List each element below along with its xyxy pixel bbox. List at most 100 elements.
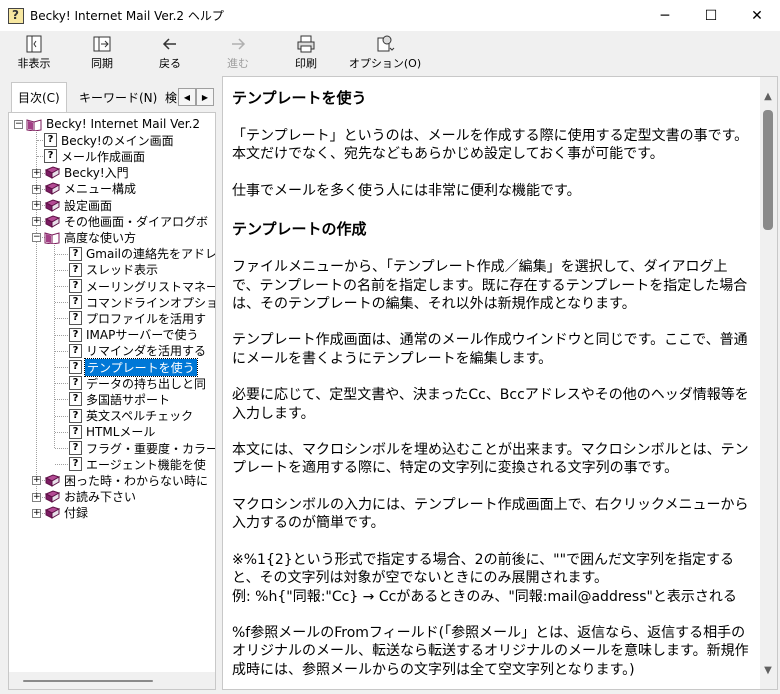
back-arrow-icon — [160, 34, 180, 54]
tree-guide-line — [55, 415, 68, 417]
print-button[interactable]: 印刷 — [272, 31, 340, 73]
tree-item[interactable]: Becky!入門 — [44, 165, 130, 181]
forward-button[interactable]: 進む — [204, 31, 272, 73]
scroll-up-arrow-icon[interactable]: ▲ — [762, 91, 774, 105]
book-icon — [44, 215, 63, 228]
book-icon — [44, 506, 63, 520]
tab-keyword[interactable]: キーワード(N) — [73, 85, 163, 109]
tree-item[interactable]: 困った時・わからない時に — [44, 472, 209, 488]
tab-scroll-left-button[interactable]: ◀ — [178, 88, 196, 106]
help-content: テンプレートを使う 「テンプレート」というのは、メールを作成する際に使用する定型… — [232, 87, 754, 689]
tree-item-label: Gmailの連絡先をアドレ — [86, 247, 215, 262]
contents-tree-frame: − Becky! Internet Mail Ver.2? Becky!のメイン画面… — [8, 112, 216, 690]
tree-item[interactable]: Becky! Internet Mail Ver.2 — [26, 116, 201, 132]
help-topic-icon: ? — [69, 376, 82, 391]
paragraph-note: ※%1{2}という形式で指定する場合、2の前後に、""で囲んだ文字列を指定すると… — [232, 551, 735, 587]
tree-item[interactable]: ? リマインダを活用する — [69, 343, 207, 359]
section-heading-create: テンプレートの作成 — [232, 220, 367, 239]
tree-item[interactable]: ? Gmailの連絡先をアドレ — [69, 246, 215, 262]
tree-item[interactable]: 高度な使い方 — [44, 229, 137, 245]
tree-guide-line — [55, 431, 68, 433]
help-topic-icon: ? — [69, 424, 82, 439]
tree-item[interactable]: 設定画面 — [44, 197, 113, 213]
tree-horizontal-scrollbar[interactable] — [9, 672, 215, 689]
help-topic-icon: ? — [69, 311, 82, 326]
back-button[interactable]: 戻る — [136, 31, 204, 73]
help-topic-icon: ? — [69, 343, 82, 358]
tree-item[interactable]: お読み下さい — [44, 489, 137, 505]
tree-item[interactable]: ? メーリングリストマネー — [69, 278, 215, 294]
tree-item[interactable]: ? テンプレートを使う — [69, 357, 198, 377]
tree-guide-line — [55, 286, 68, 287]
tree-item[interactable]: ? HTMLメール — [69, 424, 156, 440]
paragraph-macro-input: マクロシンボルの入力には、テンプレート作成画面上で、右クリックメニューから入力す… — [232, 496, 749, 532]
tree-guide-line — [55, 253, 68, 255]
open-book-icon — [26, 118, 45, 131]
tree-item[interactable]: ? 英文スペルチェック — [69, 408, 194, 424]
tree-item-label: メニュー構成 — [64, 182, 137, 197]
tree-expander-icon[interactable]: + — [32, 201, 41, 210]
tree-expander-icon[interactable]: + — [32, 217, 41, 227]
tree-item[interactable]: ? スレッド表示 — [69, 262, 159, 278]
tree-guide-line — [54, 242, 55, 448]
hide-button[interactable]: 非表示 — [0, 31, 68, 73]
tree-item[interactable]: ? 多国語サポート — [69, 391, 171, 407]
tree-item-label: Becky! Internet Mail Ver.2 — [46, 117, 201, 131]
book-icon — [44, 182, 63, 196]
tree-expander-icon[interactable]: − — [32, 233, 41, 243]
sync-label: 同期 — [91, 57, 113, 70]
help-topic-icon: ? — [69, 441, 82, 455]
tree-item[interactable]: ? プロファイルを活用す — [69, 310, 207, 326]
tree-expander-icon[interactable]: + — [32, 184, 41, 194]
tab-contents[interactable]: 目次(C) — [11, 82, 67, 112]
help-app-icon: ? — [8, 7, 24, 24]
tree-expander-icon[interactable]: + — [32, 168, 41, 178]
tree-item[interactable]: その他画面・ダイアログボ — [44, 213, 209, 229]
book-icon — [44, 490, 63, 503]
book-icon — [44, 166, 63, 179]
tree-scroll-thumb[interactable] — [23, 680, 153, 682]
tab-scroll-right-button[interactable]: ▶ — [196, 88, 214, 106]
help-topic-icon: ? — [69, 408, 82, 423]
title-bar: ? Becky! Internet Mail Ver.2 ヘルプ ─ ☐ ✕ — [0, 0, 780, 31]
help-topic-icon: ? — [69, 295, 82, 310]
options-label: オプション(O) — [348, 57, 422, 70]
sync-button[interactable]: 同期 — [68, 31, 136, 73]
window-controls: ─ ☐ ✕ — [642, 0, 780, 31]
tree-item[interactable]: ? フラグ・重要度・カラー — [69, 440, 215, 456]
tree-item[interactable]: メニュー構成 — [44, 181, 137, 197]
tree-expander-icon[interactable]: + — [32, 476, 41, 486]
contents-tree: − Becky! Internet Mail Ver.2? Becky!のメイン画面… — [9, 113, 215, 673]
content-vertical-scrollbar[interactable]: ▲ ▼ — [760, 77, 777, 689]
sync-icon — [92, 34, 112, 54]
tree-expander-icon[interactable]: + — [32, 492, 41, 502]
tree-item[interactable]: ? IMAPサーバーで使う — [69, 327, 200, 343]
paragraph-from-field: %f参照メールのFromフィールド(「参照メール」とは、返信なら、返信する相手の… — [232, 624, 749, 678]
tree-item[interactable]: ? データの持ち出しと同 — [69, 375, 207, 391]
tree-item[interactable]: ? Becky!のメイン画面 — [44, 132, 175, 148]
tree-item[interactable]: 付録 — [44, 505, 89, 521]
tree-item-label: 付録 — [64, 506, 89, 521]
tree-expander-icon[interactable]: − — [14, 120, 23, 129]
navigation-pane: 目次(C) キーワード(N) 検 ◀ ▶ − Becky! Internet Ma… — [3, 76, 218, 690]
tree-item-label: Becky!のメイン画面 — [61, 133, 174, 148]
tree-expander-icon[interactable]: + — [32, 508, 41, 518]
paragraph-editor: テンプレート作成画面は、通常のメール作成ウインドウと同じです。ここで、普通にメー… — [232, 332, 748, 367]
tree-item[interactable]: ? エージェント機能を使 — [69, 456, 207, 472]
navigation-tabs: 目次(C) キーワード(N) 検 ◀ ▶ — [3, 76, 218, 114]
tree-item-label: HTMLメール — [86, 425, 156, 440]
options-button[interactable]: オプション(O) — [340, 31, 430, 73]
tree-guide-line — [55, 367, 68, 368]
close-button[interactable]: ✕ — [734, 0, 780, 31]
maximize-button[interactable]: ☐ — [688, 0, 734, 31]
scroll-down-arrow-icon[interactable]: ▼ — [762, 665, 774, 679]
tree-guide-line — [55, 399, 68, 401]
help-topic-icon: ? — [69, 279, 82, 293]
tree-guide-line — [55, 350, 68, 352]
tree-item[interactable]: ? メール作成画面 — [44, 148, 146, 164]
minimize-button[interactable]: ─ — [642, 0, 688, 31]
window-title: Becky! Internet Mail Ver.2 ヘルプ — [30, 9, 224, 23]
tree-item[interactable]: ? コマンドラインオプショ — [69, 294, 215, 310]
content-scroll-thumb[interactable] — [763, 110, 773, 230]
tree-item-label: データの持ち出しと同 — [86, 376, 207, 391]
